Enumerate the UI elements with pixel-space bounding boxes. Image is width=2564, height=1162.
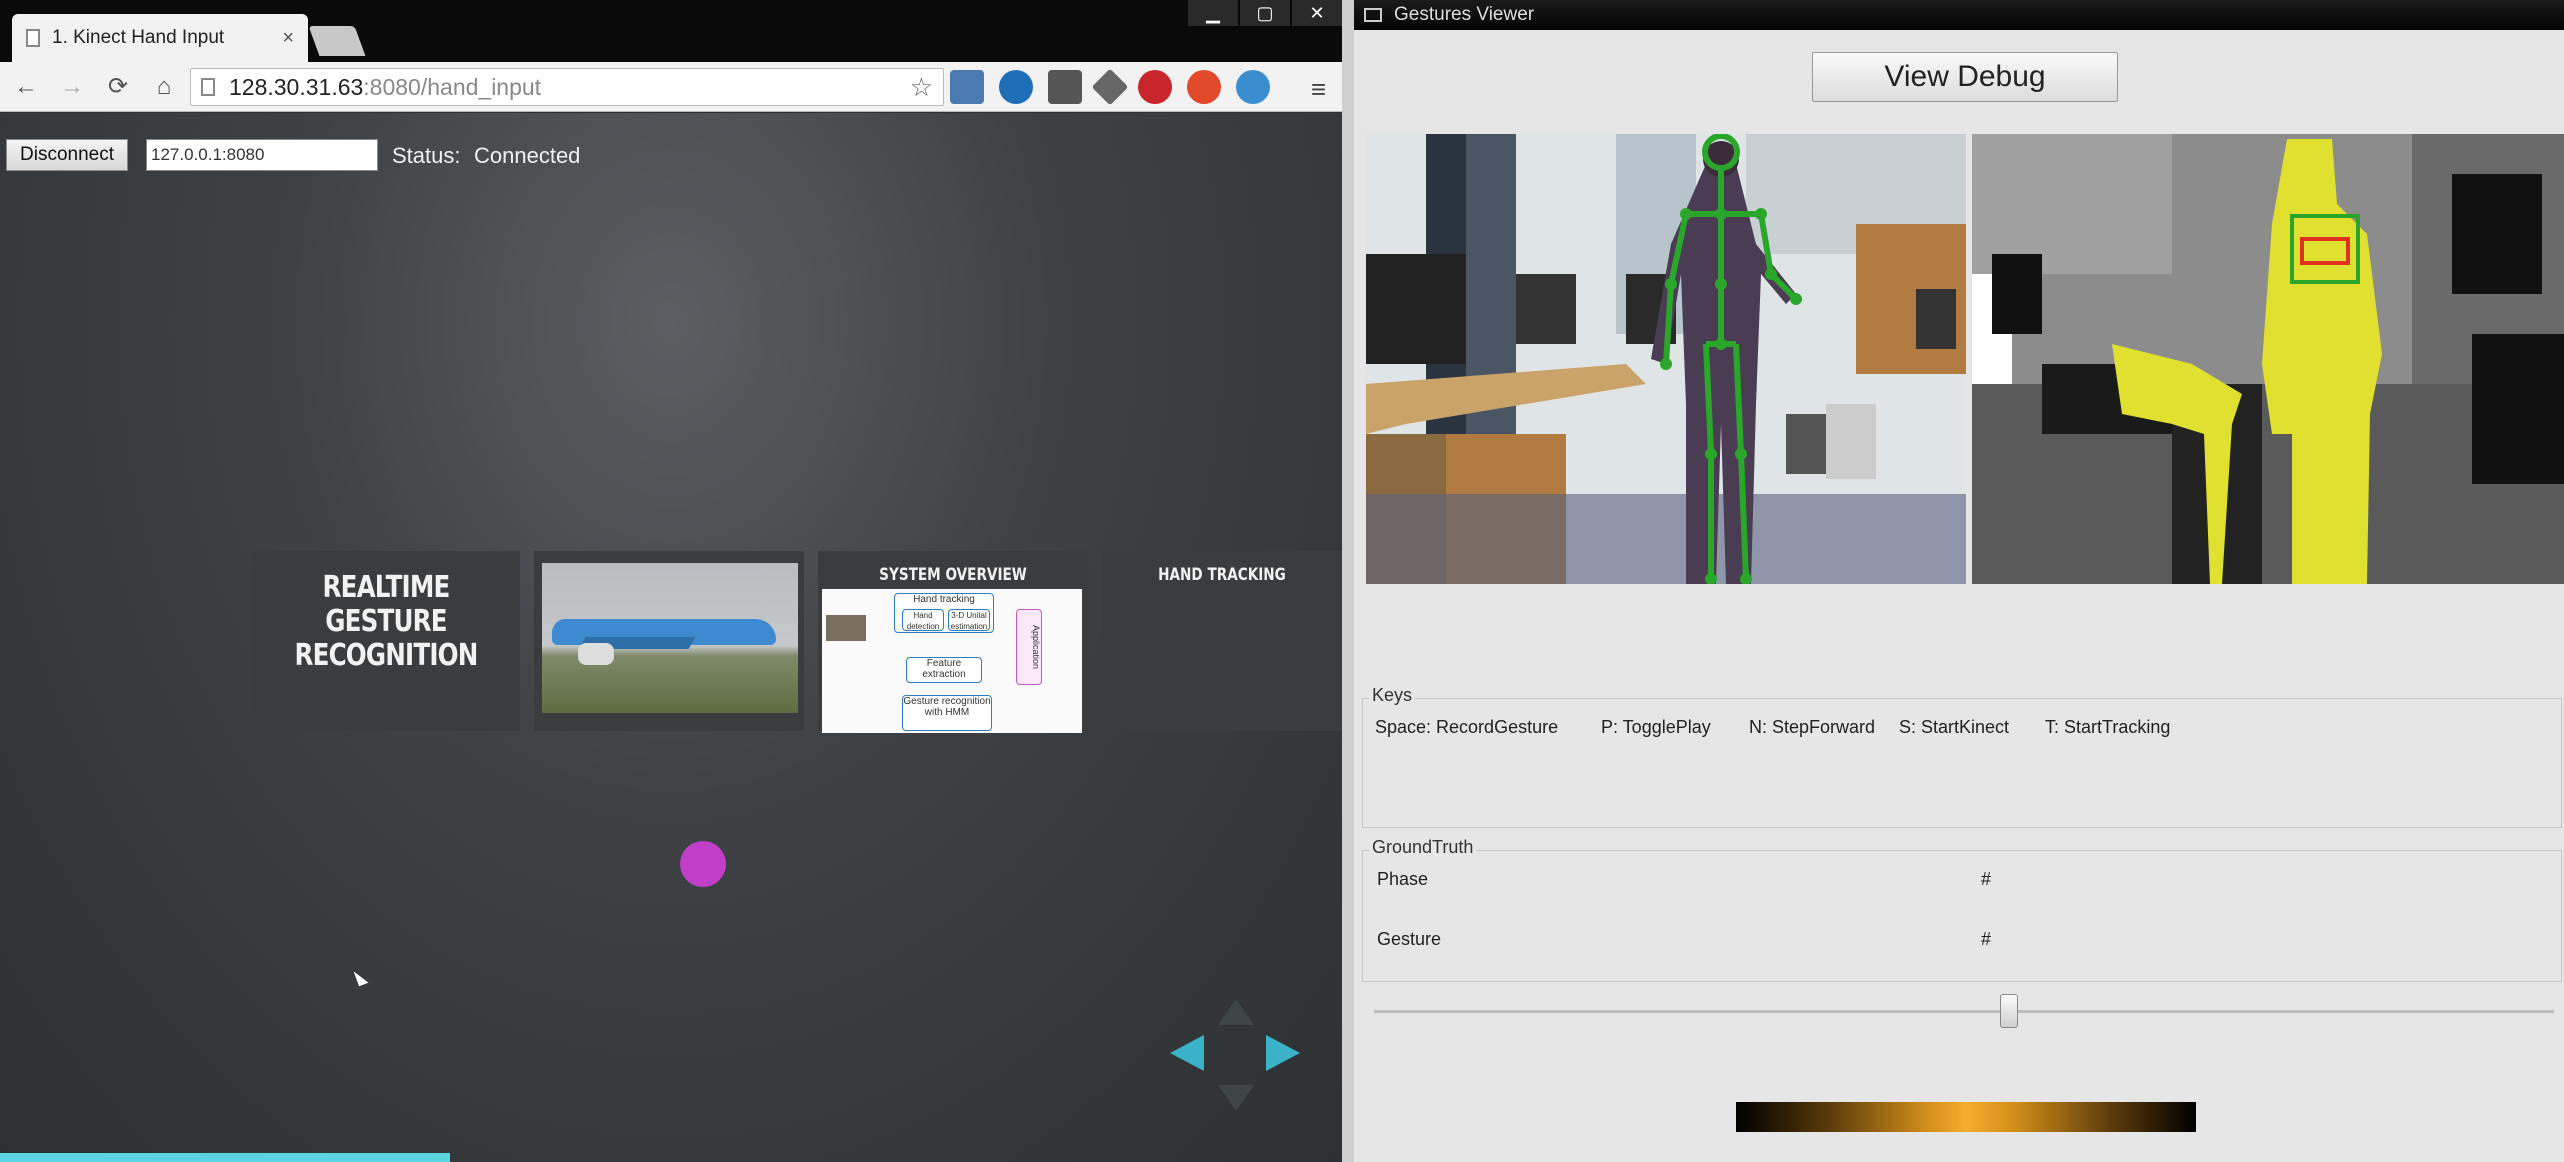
- checkmark-extension-icon[interactable]: [1236, 70, 1270, 104]
- page-icon: [201, 78, 215, 96]
- diagram-hand-detection: Hand detection: [902, 609, 944, 631]
- pinterest-icon[interactable]: [1138, 70, 1172, 104]
- browser-window: 1. Kinect Hand Input × ▁ ▢ ✕ ← → ⟳ ⌂ 128…: [0, 0, 1342, 1162]
- frame-slider-track[interactable]: [1374, 1010, 2554, 1013]
- home-icon[interactable]: ⌂: [144, 67, 184, 107]
- groundtruth-group: GroundTruth Phase # Gesture #: [1362, 837, 2562, 982]
- slide-title: Realtime Gesture Recognition: [294, 570, 478, 673]
- browser-toolbar: ← → ⟳ ⌂ 128.30.31.63 :8080/hand_input ☆ …: [0, 62, 1342, 112]
- eye-extension-icon[interactable]: [999, 70, 1033, 104]
- gesture-label: Gesture: [1377, 929, 1442, 949]
- key-step-forward: N: StepForward: [1749, 717, 1876, 737]
- diagram-tracking: 3-D Unital estimation: [948, 609, 990, 631]
- cast-extension-icon[interactable]: [950, 70, 984, 104]
- slide-title: System Overview: [879, 565, 1027, 585]
- page-icon: [26, 29, 40, 47]
- mouse-pointer-icon: [353, 967, 369, 987]
- key-toggle-play: P: TogglePlay: [1601, 717, 1711, 737]
- back-icon[interactable]: ←: [6, 67, 46, 107]
- tab-close-icon[interactable]: ×: [282, 27, 294, 50]
- phase-value: #: [1981, 869, 1992, 889]
- menu-icon[interactable]: ≡: [1311, 74, 1326, 105]
- nav-left-arrow-icon[interactable]: [1170, 1035, 1204, 1071]
- diagram-photo: [826, 615, 866, 641]
- window-divider: [1342, 0, 1354, 1162]
- forward-icon[interactable]: →: [52, 67, 92, 107]
- groundtruth-group-title: GroundTruth: [1369, 837, 1477, 858]
- depth-camera-view: [1972, 134, 2564, 584]
- server-address-input[interactable]: 127.0.0.1:8080: [146, 139, 378, 171]
- keys-group-title: Keys: [1369, 685, 1416, 706]
- key-start-kinect: S: StartKinect: [1899, 717, 2010, 737]
- diagram-gesture-recognition: Gesture recognition with HMM: [902, 695, 992, 731]
- colormap-bar: [1736, 1102, 2196, 1132]
- tab-title: 1. Kinect Hand Input: [52, 27, 225, 48]
- status-value: Connected: [474, 143, 581, 168]
- key-start-tracking: T: StartTracking: [2045, 717, 2171, 737]
- diagram-application: Application: [1016, 609, 1042, 685]
- disconnect-button[interactable]: Disconnect: [6, 139, 128, 171]
- airplane-image: [542, 563, 798, 713]
- status-label: Status:: [392, 143, 461, 168]
- system-diagram: Hand tracking Hand detection 3-D Unital …: [822, 589, 1082, 733]
- app-icon: [1364, 8, 1382, 22]
- viewer-title: Gestures Viewer: [1394, 4, 1535, 25]
- gestures-viewer-window: Gestures Viewer View Debug Keys Space: R…: [1354, 0, 2564, 1162]
- new-tab-button[interactable]: [308, 26, 366, 56]
- keys-group: Keys Space: RecordGesture P: TogglePlay …: [1362, 685, 2562, 828]
- nav-right-arrow-icon[interactable]: [1266, 1035, 1300, 1071]
- window-controls: ▁ ▢ ✕: [1186, 0, 1342, 26]
- slide-thumbnail-title[interactable]: Realtime Gesture Recognition: [252, 551, 520, 731]
- hand-cursor-dot: [680, 841, 726, 887]
- url-path: :8080/hand_input: [363, 73, 542, 100]
- rgb-camera-view: [1366, 134, 1966, 584]
- nav-up-arrow-icon[interactable]: [1218, 999, 1254, 1025]
- maximize-button[interactable]: ▢: [1240, 0, 1290, 26]
- adblock-icon[interactable]: [1187, 70, 1221, 104]
- gesture-value: #: [1981, 929, 1992, 949]
- reload-icon[interactable]: ⟳: [98, 67, 138, 107]
- diagram-feature-extraction: Feature extraction: [906, 657, 982, 683]
- slide-thumbnail-system-overview[interactable]: System Overview Hand tracking Hand detec…: [818, 551, 1088, 733]
- address-bar[interactable]: 128.30.31.63 :8080/hand_input ☆: [190, 68, 944, 106]
- browser-tabstrip: 1. Kinect Hand Input × ▁ ▢ ✕: [0, 0, 1342, 62]
- diamond-extension-icon[interactable]: [1091, 68, 1129, 106]
- slide-title: Hand Tracking: [1158, 565, 1286, 585]
- tab-kinect-hand-input[interactable]: 1. Kinect Hand Input ×: [12, 14, 308, 62]
- view-debug-button[interactable]: View Debug: [1812, 52, 2118, 102]
- phase-label: Phase: [1377, 869, 1429, 889]
- page-content: Disconnect 127.0.0.1:8080 Status: Connec…: [0, 113, 1342, 1162]
- close-window-button[interactable]: ✕: [1292, 0, 1342, 26]
- depth-scene: [1972, 134, 2564, 584]
- viewer-titlebar: Gestures Viewer: [1354, 0, 2564, 30]
- frame-slider-thumb[interactable]: [2000, 994, 2018, 1028]
- slide-thumbnail-hand-tracking[interactable]: Hand Tracking: [1102, 551, 1342, 731]
- evernote-extension-icon[interactable]: [1048, 70, 1082, 104]
- extension-icons: [950, 68, 1285, 106]
- url-host: 128.30.31.63: [229, 73, 364, 100]
- key-record-gesture: Space: RecordGesture: [1375, 717, 1559, 737]
- minimize-button[interactable]: ▁: [1188, 0, 1238, 26]
- presentation-progress-bar: [0, 1153, 450, 1162]
- nav-down-arrow-icon[interactable]: [1218, 1085, 1254, 1111]
- rgb-scene: [1366, 134, 1966, 584]
- bookmark-star-icon[interactable]: ☆: [910, 72, 933, 103]
- slide-thumbnail-airplane[interactable]: [534, 551, 804, 731]
